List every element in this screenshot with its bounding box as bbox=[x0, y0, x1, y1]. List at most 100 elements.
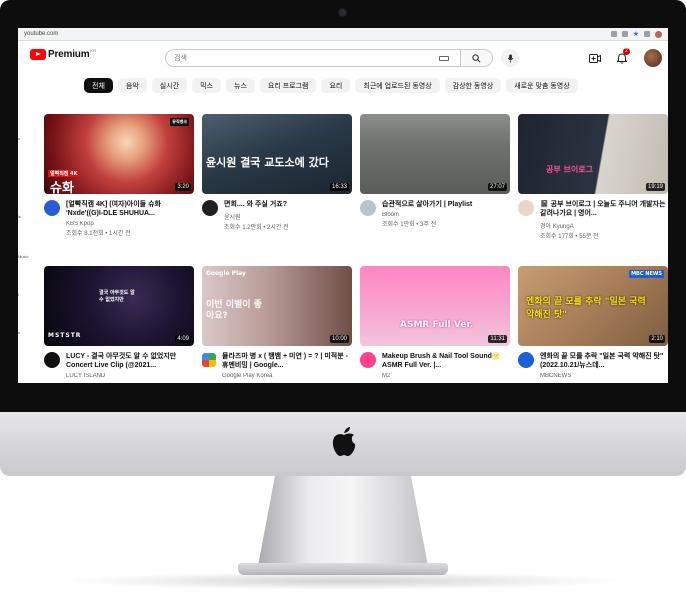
video-title[interactable]: 면회.... 와 주실 거죠? bbox=[224, 200, 352, 209]
extension-icon[interactable] bbox=[610, 31, 617, 37]
mini-sidebar: s ls Music l s bbox=[18, 72, 34, 383]
video-thumbnail[interactable]: 윤시원 결국 교도소에 갔다 16:33 bbox=[202, 114, 352, 194]
channel-name[interactable]: 경아 KyungA bbox=[540, 221, 668, 230]
browser-profile-icon[interactable] bbox=[655, 30, 662, 38]
filter-chips: 전체 음악 실시간 믹스 뉴스 요리 프로그램 요리 최근에 업로드된 동영상 … bbox=[84, 78, 578, 93]
microphone-icon bbox=[507, 53, 513, 63]
notifications-button[interactable]: 2 bbox=[615, 48, 630, 65]
chip-mix[interactable]: 믹스 bbox=[192, 78, 221, 93]
channel-name[interactable]: KBS Kpop bbox=[66, 221, 194, 227]
youtube-header: Premium KR 2 bbox=[18, 41, 668, 71]
channel-avatar[interactable] bbox=[360, 352, 376, 368]
video-text: [얼빡직캠 4K] (여자)아이들 슈화 'Nxde'((G)I-DLE SHU… bbox=[66, 200, 194, 237]
video-meta: 뮬라즈마 병 x ( 뱀뱀 + 미연 ) = ? | 미적분 - 휴멘비밍 | … bbox=[202, 352, 352, 379]
video-thumbnail[interactable]: Google Play 이번 이별이 좋아요? 10:00 bbox=[202, 266, 352, 346]
sidebar-item-label[interactable]: Music bbox=[18, 254, 28, 259]
chip-live[interactable]: 실시간 bbox=[151, 78, 188, 93]
video-title[interactable]: LUCY - 결국 아무것도 알 수 없었지만 Concert Live Cli… bbox=[66, 352, 194, 370]
create-button[interactable] bbox=[588, 51, 602, 65]
video-title[interactable]: 📓 공부 브이로그 | 오늘도 주니어 개발자는 갈려나가요 | 영어... bbox=[540, 200, 668, 218]
chip-watched[interactable]: 감상한 동영상 bbox=[444, 78, 502, 93]
video-card[interactable]: Google Play 이번 이별이 좋아요? 10:00 뮬라즈마 병 x (… bbox=[202, 266, 352, 379]
keyboard-icon[interactable] bbox=[439, 56, 449, 61]
chip-cooking[interactable]: 요리 bbox=[321, 78, 351, 93]
video-thumbnail[interactable]: 얼빡직캠 4K 슈화 뮤직뱅크 3:20 bbox=[44, 114, 194, 194]
video-thumbnail[interactable]: 공부 브이로그 19:19 bbox=[518, 114, 668, 194]
sidebar-item-label[interactable]: s bbox=[18, 136, 20, 141]
channel-name[interactable]: MBCNEWS bbox=[540, 373, 668, 379]
sidebar-item-label[interactable]: l bbox=[18, 292, 19, 297]
channel-avatar[interactable] bbox=[202, 200, 218, 216]
video-meta: 엔화의 끝 모를 추락 "일본 국력 약해진 탓" (2022.10.21/뉴스… bbox=[518, 352, 668, 379]
bookmark-star-icon[interactable]: ★ bbox=[633, 31, 639, 38]
video-title[interactable]: 습관적으로 살아가기 | Playlist bbox=[382, 200, 510, 209]
video-thumbnail[interactable]: MBC NEWS 엔화의 끝 모를 추락 "일본 국력 약해진 탓" 2:10 bbox=[518, 266, 668, 346]
channel-avatar[interactable] bbox=[360, 200, 376, 216]
video-card[interactable]: 27:07 습관적으로 살아가기 | Playlist Bloom 조회수 1만… bbox=[360, 114, 510, 228]
video-meta: 📓 공부 브이로그 | 오늘도 주니어 개발자는 갈려나가요 | 영어... 경… bbox=[518, 200, 668, 240]
sidebar-item-label[interactable]: s bbox=[18, 330, 20, 335]
thumbnail-caption: 슈화 bbox=[50, 181, 74, 194]
video-thumbnail[interactable]: 결국 아무것도 알 수 없었지만 MSTSTR 4:09 bbox=[44, 266, 194, 346]
extension-icon[interactable] bbox=[644, 31, 650, 37]
desk-shadow bbox=[60, 572, 626, 590]
video-thumbnail[interactable]: ASMR Full Ver. 11:31 bbox=[360, 266, 510, 346]
browser-address-bar[interactable]: youtube.com ★ bbox=[18, 28, 668, 41]
video-title[interactable]: [얼빡직캠 4K] (여자)아이들 슈화 'Nxde'((G)I-DLE SHU… bbox=[66, 200, 194, 218]
google-play-icon[interactable] bbox=[202, 353, 216, 367]
screen: youtube.com ★ Premium KR 검색 2 s ls Music… bbox=[18, 28, 668, 383]
chip-recently-uploaded[interactable]: 최근에 업로드된 동영상 bbox=[355, 78, 440, 93]
channel-name[interactable]: Google Play Korea bbox=[222, 373, 352, 379]
chip-new-to-you[interactable]: 새로운 맞춤 동영상 bbox=[506, 78, 578, 93]
video-card[interactable]: 공부 브이로그 19:19 📓 공부 브이로그 | 오늘도 주니어 개발자는 갈… bbox=[518, 114, 668, 240]
video-card[interactable]: 윤시원 결국 교도소에 갔다 16:33 면회.... 와 주실 거죠? 윤시원… bbox=[202, 114, 352, 231]
apple-logo-icon bbox=[332, 427, 356, 456]
thumbnail-caption: 공부 브이로그 bbox=[546, 165, 593, 174]
channel-avatar[interactable] bbox=[518, 200, 534, 216]
channel-name[interactable]: Bloom bbox=[382, 212, 510, 218]
video-text: 습관적으로 살아가기 | Playlist Bloom 조회수 1만회 • 3주… bbox=[382, 200, 510, 228]
chip-music[interactable]: 음악 bbox=[117, 78, 147, 93]
account-avatar[interactable] bbox=[644, 49, 662, 67]
channel-name[interactable]: 윤시원 bbox=[224, 212, 352, 221]
video-card[interactable]: 결국 아무것도 알 수 없었지만 MSTSTR 4:09 LUCY - 결국 아… bbox=[44, 266, 194, 379]
thumbnail-logo: 뮤직뱅크 bbox=[170, 118, 189, 126]
video-camera-plus-icon bbox=[589, 53, 601, 63]
share-icon[interactable] bbox=[621, 31, 628, 37]
chip-cooking-shows[interactable]: 요리 프로그램 bbox=[259, 78, 317, 93]
video-text: 면회.... 와 주실 거죠? 윤시원 조회수 1.2만회 • 2시간 전 bbox=[224, 200, 352, 231]
voice-search-button[interactable] bbox=[501, 49, 519, 67]
video-card[interactable]: MBC NEWS 엔화의 끝 모를 추락 "일본 국력 약해진 탓" 2:10 … bbox=[518, 266, 668, 379]
channel-name[interactable]: M2 bbox=[382, 373, 510, 379]
channel-avatar[interactable] bbox=[44, 200, 60, 216]
thumbnail-caption: ASMR Full Ver. bbox=[400, 320, 474, 330]
channel-avatar[interactable] bbox=[518, 352, 534, 368]
video-title[interactable]: Makeup Brush & Nail Tool Sound🌝 ASMR Ful… bbox=[382, 352, 510, 370]
video-meta: Makeup Brush & Nail Tool Sound🌝 ASMR Ful… bbox=[360, 352, 510, 379]
thumbnail-caption: 이번 이별이 좋아요? bbox=[206, 300, 262, 321]
video-card[interactable]: ASMR Full Ver. 11:31 Makeup Brush & Nail… bbox=[360, 266, 510, 379]
video-duration: 11:31 bbox=[488, 335, 507, 343]
channel-avatar[interactable] bbox=[44, 352, 60, 368]
url-text[interactable]: youtube.com bbox=[24, 31, 611, 37]
video-duration: 27:07 bbox=[487, 183, 507, 191]
video-thumbnail[interactable]: 27:07 bbox=[360, 114, 510, 194]
youtube-premium-logo[interactable]: Premium KR bbox=[30, 48, 96, 60]
chip-all[interactable]: 전체 bbox=[84, 78, 113, 93]
thumbnail-logo: MSTSTR bbox=[48, 332, 82, 339]
notification-count-badge: 2 bbox=[623, 48, 630, 55]
search-button[interactable] bbox=[460, 49, 493, 67]
sidebar-item-label[interactable]: ls bbox=[18, 214, 21, 219]
video-duration: 16:33 bbox=[329, 183, 349, 191]
thumbnail-logo: MBC NEWS bbox=[629, 270, 664, 278]
video-text: 뮬라즈마 병 x ( 뱀뱀 + 미연 ) = ? | 미적분 - 휴멘비밍 | … bbox=[222, 352, 352, 379]
video-stats: 조회수 8.1천회 • 1시간 전 bbox=[66, 231, 131, 237]
chip-news[interactable]: 뉴스 bbox=[226, 78, 255, 93]
video-card[interactable]: 얼빡직캠 4K 슈화 뮤직뱅크 3:20 [얼빡직캠 4K] (여자)아이들 슈… bbox=[44, 114, 194, 237]
video-title[interactable]: 뮬라즈마 병 x ( 뱀뱀 + 미연 ) = ? | 미적분 - 휴멘비밍 | … bbox=[222, 352, 352, 370]
monitor-stand bbox=[258, 476, 428, 566]
channel-name[interactable]: LUCY ISLAND bbox=[66, 373, 194, 379]
video-title[interactable]: 엔화의 끝 모를 추락 "일본 국력 약해진 탓" (2022.10.21/뉴스… bbox=[540, 352, 668, 370]
video-stats: 조회수 1.2만회 • 2시간 전 bbox=[224, 225, 289, 231]
search-input[interactable] bbox=[165, 49, 460, 67]
